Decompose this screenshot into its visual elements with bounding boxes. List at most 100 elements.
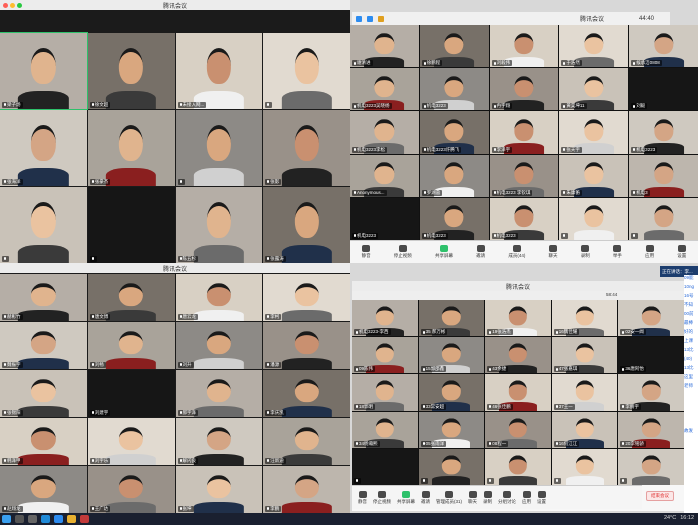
participant-tile[interactable]: 35 郝万彬 <box>418 300 485 337</box>
toolbar-button[interactable]: 设置 <box>537 490 546 505</box>
participant-tile[interactable]: 19张浩杰 <box>485 300 551 337</box>
participant-tile[interactable]: 朱康蘅 <box>559 154 629 197</box>
participant-tile[interactable]: 张锦阳 <box>0 370 87 417</box>
participant-tile[interactable]: 34杨瀚熙 <box>352 411 418 448</box>
participant-tile[interactable]: 李柯 <box>263 274 350 321</box>
participant-tile[interactable] <box>485 448 551 485</box>
participant-tile[interactable]: 机电3223-李西 <box>352 300 418 337</box>
participant-tile[interactable]: 08程一 <box>485 411 551 448</box>
participant-tile[interactable]: 05张雨洋 <box>418 411 485 448</box>
meeting-app-icon[interactable] <box>54 515 63 523</box>
participant-tile[interactable]: 李鹏宇 <box>618 374 684 411</box>
participant-tile[interactable] <box>629 197 698 240</box>
participant-tile[interactable]: 43余捷 <box>485 337 551 374</box>
participant-tile[interactable]: 刘宇乐 <box>87 418 175 465</box>
toolbar-button[interactable]: 邀请 <box>421 490 430 505</box>
participant-tile[interactable]: 机电3223 <box>350 197 419 240</box>
participant-tile[interactable] <box>0 187 87 263</box>
windows-start-icon[interactable] <box>2 515 11 523</box>
participant-tile[interactable]: 徐文超 <box>87 33 175 109</box>
participant-tile[interactable]: 张影 <box>263 110 350 186</box>
participant-tile[interactable]: 唐文博 <box>87 274 175 321</box>
participant-tile[interactable]: 16魏佳耀 <box>551 300 618 337</box>
toolbar-button[interactable]: 设置 <box>677 245 686 259</box>
toolbar-button[interactable]: 共享屏幕 <box>435 245 453 259</box>
participant-tile[interactable]: 46张佳鹏 <box>485 374 551 411</box>
participant-tile[interactable]: 刘毅伟 <box>489 25 559 68</box>
participant-tile[interactable] <box>352 448 418 485</box>
participant-tile[interactable]: 刘建宇 <box>87 370 175 417</box>
participant-tile[interactable]: 机电3223 李钦琪 <box>489 154 559 197</box>
participant-tile[interactable]: 机电3223 <box>419 197 489 240</box>
participant-tile[interactable]: 机电3223许腾飞 <box>419 111 489 154</box>
participant-tile[interactable]: 王广达 <box>87 466 175 513</box>
toolbar-button[interactable]: 共享屏幕 <box>397 490 415 505</box>
participant-tile[interactable] <box>175 110 263 186</box>
participant-tile[interactable]: 09陈伟 <box>352 337 418 374</box>
toolbar-button[interactable]: 录制 <box>581 245 590 259</box>
participant-tile[interactable] <box>618 448 684 485</box>
participant-tile[interactable]: 韩泽甲 <box>0 418 87 465</box>
participant-tile[interactable]: 37王一 <box>551 374 618 411</box>
participant-tile[interactable] <box>87 187 175 263</box>
participant-tile[interactable]: 33常安超 <box>418 374 485 411</box>
toolbar-button[interactable]: 应用 <box>645 245 654 259</box>
participant-tile[interactable]: 16何江江 <box>551 411 618 448</box>
task-view-icon[interactable] <box>28 515 37 523</box>
participant-tile[interactable]: 张豪杰 <box>87 110 175 186</box>
participant-tile[interactable]: Anonymous... <box>350 154 419 197</box>
participant-tile[interactable]: 潘源 <box>263 322 350 369</box>
toolbar-button[interactable]: 管理成员(31) <box>436 490 462 505</box>
folder-icon[interactable] <box>67 515 76 523</box>
edge-browser-icon[interactable] <box>41 515 50 523</box>
participant-tile[interactable]: 汪新迪 <box>263 418 350 465</box>
toolbar-button[interactable]: 举手 <box>613 245 622 259</box>
participant-tile[interactable]: 机电3223 <box>489 197 559 240</box>
participant-tile[interactable]: 机电3223李松 <box>350 111 419 154</box>
participant-tile[interactable]: 唐云龙 <box>175 274 263 321</box>
participant-tile[interactable]: 20李铭骄 <box>618 411 684 448</box>
toolbar-button[interactable]: 静音 <box>358 490 367 505</box>
toolbar-button[interactable]: 聊天 <box>549 245 558 259</box>
participant-tile[interactable]: 张天宇 <box>559 111 629 154</box>
participant-tile[interactable]: 机电3 <box>629 154 698 197</box>
toolbar-button[interactable]: 停止视频 <box>394 245 412 259</box>
participant-tile[interactable]: 陈五杉 <box>175 187 263 263</box>
toolbar-button[interactable]: 成员(44) <box>508 245 525 259</box>
toolbar-button[interactable]: 分组讨论 <box>498 490 516 505</box>
participant-tile[interactable]: 18郭明 <box>352 374 418 411</box>
participant-tile[interactable]: 梁子炀 <box>0 32 88 110</box>
participant-tile[interactable]: 36唐阿怡 <box>618 337 684 374</box>
participant-tile[interactable]: 张海洋 <box>0 110 87 186</box>
participant-tile[interactable] <box>263 33 350 109</box>
participant-tile[interactable]: 张坤 <box>175 466 263 513</box>
participant-tile[interactable]: 机电3223 <box>629 111 698 154</box>
toolbar-button[interactable]: 邀请 <box>476 245 485 259</box>
participant-tile[interactable]: 李泽宇 <box>489 111 559 154</box>
participant-tile[interactable] <box>551 448 618 485</box>
participant-tile[interactable]: 赫彰竹 <box>0 274 87 321</box>
participant-tile[interactable]: 解闪良 <box>175 418 263 465</box>
participant-tile[interactable]: 谢清进 <box>350 25 419 68</box>
toolbar-button[interactable]: 停止视频 <box>373 490 391 505</box>
toolbar-button[interactable]: 聊天 <box>468 490 477 505</box>
participant-tile[interactable]: 黄昊坤11 <box>559 68 629 111</box>
participant-tile[interactable]: 刘畅 <box>87 322 175 369</box>
participant-tile[interactable]: 刘毅 <box>629 68 698 111</box>
participant-tile[interactable]: 候承洁0808 <box>629 25 698 68</box>
participant-tile[interactable]: 02安一闻 <box>618 300 684 337</box>
end-meeting-button[interactable]: 结束会议 <box>646 491 674 501</box>
participant-tile[interactable]: 李鹏 <box>263 466 350 513</box>
participant-tile[interactable]: 张露涛 <box>263 187 350 263</box>
app-icon[interactable] <box>80 515 89 523</box>
participant-tile[interactable]: 赵翔龙 <box>0 466 87 513</box>
window-controls[interactable] <box>3 2 22 8</box>
participant-tile[interactable]: 李庆凯 <box>263 370 350 417</box>
participant-tile[interactable]: 15郭邵鑫 <box>418 337 485 374</box>
participant-tile[interactable] <box>559 197 629 240</box>
participant-tile[interactable]: 徐鹏程 <box>419 25 489 68</box>
participant-tile[interactable] <box>418 448 485 485</box>
participant-tile[interactable]: 罗湖畲 <box>419 154 489 197</box>
participant-tile[interactable]: 冉宇翔 <box>489 68 559 111</box>
toolbar-button[interactable]: 录制 <box>483 490 492 505</box>
